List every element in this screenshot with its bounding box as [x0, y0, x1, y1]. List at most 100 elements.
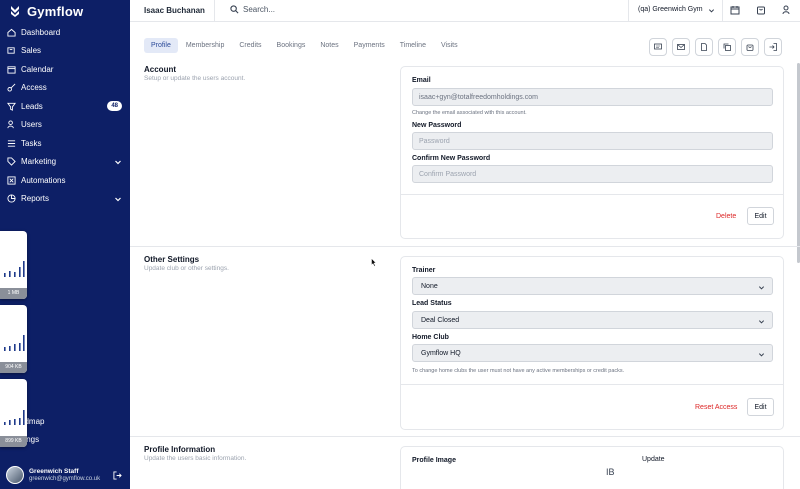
shopping-bag-icon[interactable] — [756, 5, 766, 15]
check-in-button[interactable] — [764, 38, 782, 56]
sidebar-item-marketing[interactable]: Marketing — [0, 153, 130, 172]
topbar: Isaac Buchanan Search... (qa) Greenwich … — [130, 0, 800, 22]
tab-profile[interactable]: Profile — [144, 38, 178, 53]
sidebar-item-tasks[interactable]: Tasks — [0, 134, 130, 153]
copy-button[interactable] — [718, 38, 736, 56]
chevron-down-icon — [758, 320, 765, 324]
tab-membership[interactable]: Membership — [179, 38, 232, 53]
sidebar-item-users[interactable]: Users — [0, 116, 130, 135]
current-user-name: Isaac Buchanan — [144, 6, 205, 15]
trainer-label: Trainer — [412, 267, 436, 274]
home-club-select[interactable]: Gymflow HQ — [412, 344, 773, 362]
update-image-button[interactable]: Update — [642, 456, 665, 463]
sidebar-item-label: Calendar — [21, 64, 54, 74]
shopping-bag-icon — [746, 44, 754, 51]
divider — [722, 0, 723, 22]
staff-profile[interactable]: Greenwich Staff greenwich@gymflow.co.uk — [0, 461, 130, 489]
download-size: 1 MB — [0, 288, 27, 299]
sidebar-item-label: Automations — [21, 175, 66, 185]
automation-icon — [7, 176, 16, 185]
home-club-help: To change home clubs the user must not h… — [412, 368, 625, 374]
user-tabs: Profile Membership Credits Bookings Note… — [144, 38, 466, 53]
download-thumbnail[interactable]: 899 KB — [0, 379, 27, 447]
chart-thumbnail-icon — [4, 410, 25, 425]
sidebar-item-calendar[interactable]: Calendar — [0, 60, 130, 79]
filter-icon — [7, 102, 16, 111]
chevron-down-icon[interactable] — [708, 7, 715, 14]
search-input[interactable]: Search... — [230, 5, 275, 14]
calendar-icon[interactable] — [730, 5, 740, 15]
sidebar-item-access[interactable]: Access — [0, 79, 130, 98]
sidebar-item-leads[interactable]: Leads 48 — [0, 97, 130, 116]
edit-account-button[interactable]: Edit — [747, 207, 774, 225]
account-title: Account — [144, 65, 176, 74]
document-icon — [701, 43, 707, 51]
section-divider — [130, 436, 800, 437]
mail-icon — [677, 44, 685, 50]
tab-bookings[interactable]: Bookings — [270, 38, 313, 53]
tag-icon — [7, 157, 16, 166]
sell-button[interactable] — [741, 38, 759, 56]
tab-notes[interactable]: Notes — [313, 38, 345, 53]
sms-button[interactable] — [649, 38, 667, 56]
staff-info: Greenwich Staff greenwich@gymflow.co.uk — [29, 468, 100, 482]
new-password-field[interactable]: Password — [412, 132, 773, 150]
delete-button[interactable]: Delete — [716, 213, 736, 220]
sidebar-item-reports[interactable]: Reports — [0, 190, 130, 209]
leads-count-badge: 48 — [107, 101, 122, 111]
tab-payments[interactable]: Payments — [347, 38, 392, 53]
tab-timeline[interactable]: Timeline — [393, 38, 433, 53]
download-thumbnail[interactable]: 1 MB — [0, 231, 27, 299]
main-content: Profile Membership Credits Bookings Note… — [130, 23, 800, 489]
chevron-down-icon — [115, 197, 121, 201]
email-field[interactable]: isaac+gyn@totalfreedomholdings.com — [412, 88, 773, 106]
chevron-down-icon — [115, 160, 121, 164]
sidebar-item-sales[interactable]: Sales — [0, 42, 130, 61]
download-thumbnail[interactable]: 904 KB — [0, 305, 27, 373]
divider — [628, 0, 629, 22]
reset-access-button[interactable]: Reset Access — [695, 404, 737, 411]
document-button[interactable] — [695, 38, 713, 56]
calendar-icon — [7, 65, 16, 74]
email-button[interactable] — [672, 38, 690, 56]
lead-status-label: Lead Status — [412, 300, 452, 307]
sidebar-item-label: Dashboard — [21, 27, 61, 37]
sidebar-item-label: Access — [21, 83, 47, 93]
profile-initials: IB — [606, 467, 615, 477]
club-selector[interactable]: (qa) Greenwich Gym — [638, 6, 703, 13]
brand[interactable]: Gymflow — [8, 3, 83, 19]
profile-info-subtitle: Update the users basic information. — [144, 455, 247, 462]
account-subtitle: Setup or update the users account. — [144, 75, 246, 82]
sidebar-item-label: Marketing — [21, 157, 57, 167]
edit-settings-button[interactable]: Edit — [747, 398, 774, 416]
pie-chart-icon — [7, 194, 16, 203]
copy-icon — [723, 43, 731, 51]
sidebar-item-label: Users — [21, 120, 42, 130]
email-label: Email — [412, 77, 431, 84]
logout-icon[interactable] — [113, 471, 122, 480]
sidebar-item-dashboard[interactable]: Dashboard — [0, 23, 130, 42]
chart-thumbnail-icon — [4, 261, 25, 277]
brand-name: Gymflow — [27, 3, 84, 19]
home-club-label: Home Club — [412, 334, 449, 341]
list-icon — [7, 139, 16, 148]
users-icon — [7, 120, 16, 129]
sidebar-item-automations[interactable]: Automations — [0, 171, 130, 190]
section-divider — [130, 246, 800, 247]
download-size: 899 KB — [0, 436, 27, 447]
home-club-value: Gymflow HQ — [421, 349, 461, 357]
other-settings-subtitle: Update club or other settings. — [144, 265, 229, 272]
cart-icon — [7, 46, 16, 55]
confirm-password-label: Confirm New Password — [412, 155, 491, 162]
login-icon — [769, 43, 777, 51]
lead-status-select[interactable]: Deal Closed — [412, 311, 773, 329]
tab-visits[interactable]: Visits — [434, 38, 465, 53]
tab-credits[interactable]: Credits — [232, 38, 268, 53]
message-icon — [654, 43, 662, 50]
confirm-password-field[interactable]: Confirm Password — [412, 165, 773, 183]
trainer-select[interactable]: None — [412, 277, 773, 295]
lead-status-value: Deal Closed — [421, 316, 460, 324]
user-settings-icon[interactable] — [782, 5, 792, 15]
sidebar-nav: Dashboard Sales Calendar Access Leads 48… — [0, 23, 130, 208]
sidebar-item-label: Reports — [21, 194, 50, 204]
